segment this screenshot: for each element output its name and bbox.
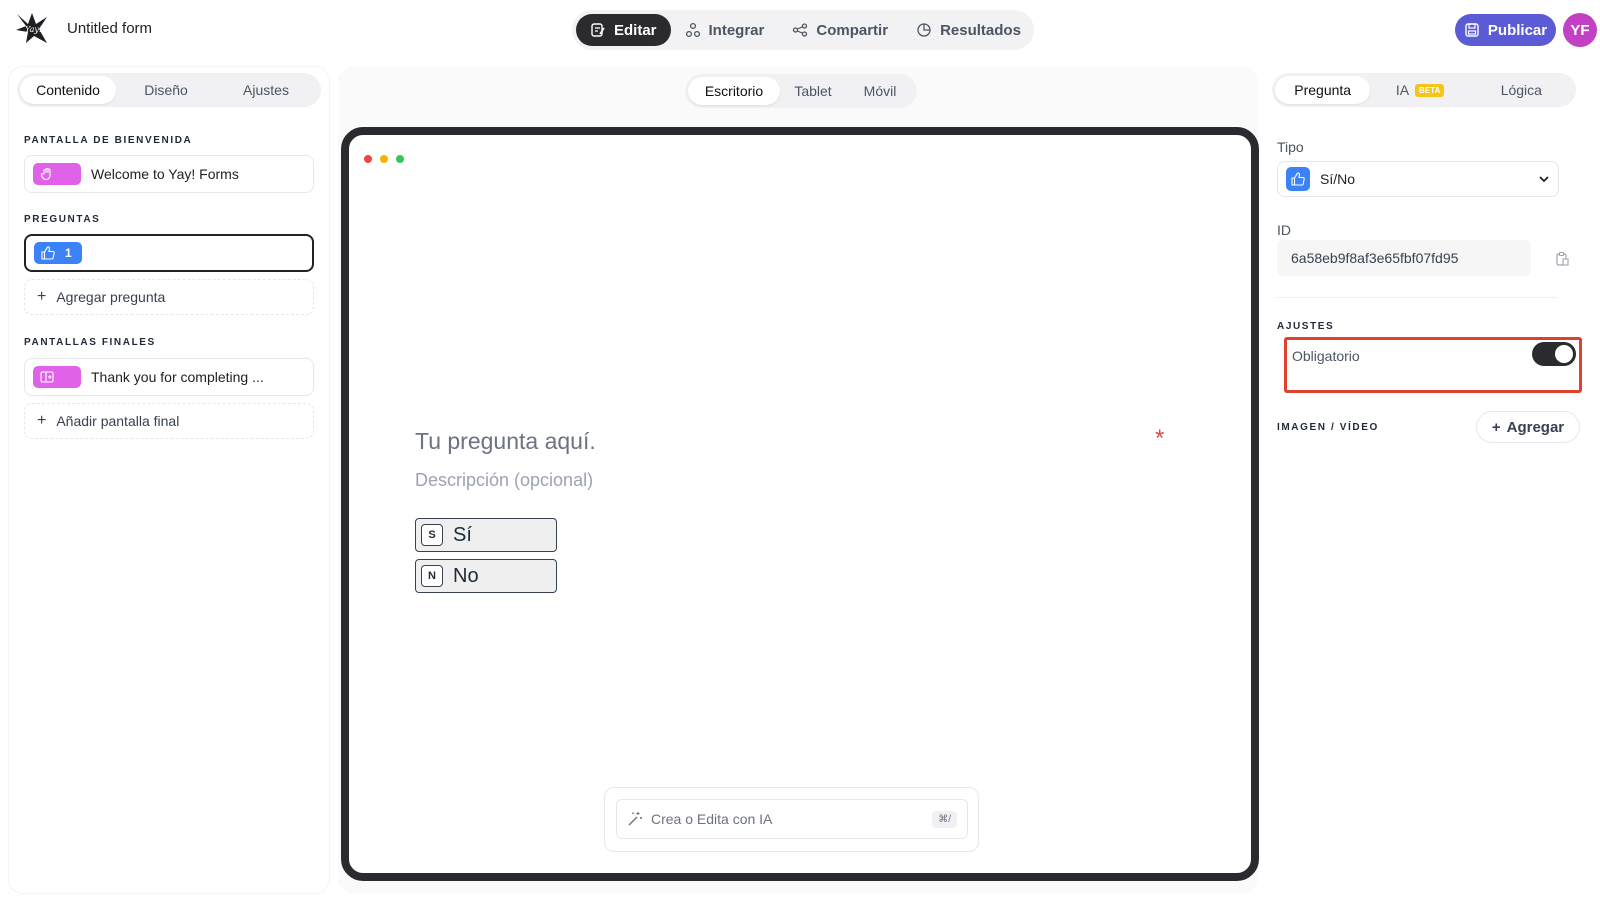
tab-ia-label: IA <box>1395 82 1410 98</box>
plus-icon: + <box>37 288 47 305</box>
question-card-1[interactable]: 1 <box>24 234 314 272</box>
divider <box>1277 297 1557 298</box>
required-toggle[interactable] <box>1532 342 1576 366</box>
exit-screen-icon <box>33 366 81 388</box>
type-label: Tipo <box>1277 139 1304 155</box>
tab-compartir[interactable]: Compartir <box>778 14 902 46</box>
plus-icon: + <box>37 412 47 429</box>
beta-badge: BETA <box>1415 83 1445 97</box>
ai-placeholder: Crea o Edita con IA <box>651 811 773 827</box>
share-icon <box>793 23 808 37</box>
hand-icon <box>33 163 81 185</box>
results-icon <box>917 23 931 37</box>
questions-section-label: PREGUNTAS <box>24 214 101 225</box>
choice-label: No <box>453 564 479 587</box>
shortcut-badge: ⌘/ <box>932 810 957 828</box>
tab-ia[interactable]: IA BETA <box>1370 76 1469 104</box>
desktop-preview-frame: Tu pregunta aquí. Descripción (opcional)… <box>341 127 1259 881</box>
tab-pregunta[interactable]: Pregunta <box>1275 76 1371 104</box>
magic-wand-icon <box>628 812 642 826</box>
copy-icon[interactable] <box>1554 251 1570 272</box>
tab-label: Editar <box>614 21 657 39</box>
question-number: 1 <box>65 246 72 260</box>
welcome-screen-card[interactable]: Welcome to Yay! Forms <box>24 155 314 193</box>
final-screens-label: PANTALLAS FINALES <box>24 337 156 348</box>
choice-yes[interactable]: S Sí <box>415 518 557 552</box>
main-nav-tabs: Editar Integrar Compartir Resultados <box>572 10 1034 50</box>
form-title[interactable]: Untitled form <box>67 20 152 37</box>
content-sidebar: Contenido Diseño Ajustes PANTALLA DE BIE… <box>9 67 329 893</box>
final-screen-card[interactable]: Thank you for completing ... <box>24 358 314 396</box>
choice-no[interactable]: N No <box>415 559 557 593</box>
window-dot-yellow <box>380 155 388 163</box>
publish-label: Publicar <box>1487 21 1548 39</box>
save-icon <box>1465 23 1479 37</box>
media-section-label: IMAGEN / VÍDEO <box>1277 422 1379 433</box>
top-bar: Yay! Untitled form Editar Integrar Compa… <box>0 0 1600 60</box>
welcome-card-label: Welcome to Yay! Forms <box>91 166 239 182</box>
content-tabs: Contenido Diseño Ajustes <box>17 73 321 107</box>
tab-diseno[interactable]: Diseño <box>116 76 216 104</box>
required-asterisk: * <box>1155 425 1165 452</box>
type-value: Sí/No <box>1320 171 1356 187</box>
tab-escritorio[interactable]: Escritorio <box>688 77 780 105</box>
thumbs-up-icon <box>1286 167 1310 191</box>
device-tabs: Escritorio Tablet Móvil <box>685 74 917 108</box>
properties-tabs: Pregunta IA BETA Lógica <box>1272 73 1576 107</box>
add-question-button[interactable]: + Agregar pregunta <box>24 279 314 315</box>
edit-icon <box>591 23 605 37</box>
integrate-icon <box>685 22 700 38</box>
ai-prompt-input[interactable]: Crea o Edita con IA ⌘/ <box>616 799 968 839</box>
chevron-down-icon <box>1539 176 1549 183</box>
welcome-section-label: PANTALLA DE BIENVENIDA <box>24 135 193 146</box>
add-question-label: Agregar pregunta <box>56 289 166 305</box>
publish-button[interactable]: Publicar <box>1455 14 1556 46</box>
tab-editar[interactable]: Editar <box>576 14 671 46</box>
tab-label: Integrar <box>708 21 765 39</box>
tab-ajustes[interactable]: Ajustes <box>216 76 316 104</box>
choice-key: N <box>421 565 443 587</box>
add-media-button[interactable]: + Agregar <box>1476 411 1580 443</box>
id-label: ID <box>1277 222 1291 238</box>
question-id-field[interactable]: 6a58eb9f8af3e65fbf07fd95 <box>1277 240 1531 276</box>
tab-label: Compartir <box>816 21 889 39</box>
settings-section-label: AJUSTES <box>1277 321 1335 332</box>
ai-prompt-box: Crea o Edita con IA ⌘/ <box>604 787 979 852</box>
tab-label: Resultados <box>940 21 1021 39</box>
question-type-select[interactable]: Sí/No <box>1277 161 1559 197</box>
toggle-knob <box>1555 345 1573 363</box>
choice-label: Sí <box>453 523 472 546</box>
add-media-label: Agregar <box>1506 418 1565 436</box>
tab-contenido[interactable]: Contenido <box>20 76 116 104</box>
thumbs-up-icon: 1 <box>34 242 82 264</box>
tab-resultados[interactable]: Resultados <box>902 14 1035 46</box>
question-title-input[interactable]: Tu pregunta aquí. <box>415 428 596 455</box>
window-dot-green <box>396 155 404 163</box>
svg-text:Yay!: Yay! <box>25 25 42 34</box>
window-dot-red <box>364 155 372 163</box>
choice-key: S <box>421 524 443 546</box>
question-description-input[interactable]: Descripción (opcional) <box>415 470 593 491</box>
plus-icon: + <box>1491 418 1501 436</box>
tab-logica[interactable]: Lógica <box>1470 76 1573 104</box>
yay-forms-logo[interactable]: Yay! <box>14 10 50 46</box>
tab-movil[interactable]: Móvil <box>846 77 914 105</box>
tab-integrar[interactable]: Integrar <box>671 14 779 46</box>
final-card-label: Thank you for completing ... <box>91 369 264 385</box>
avatar[interactable]: YF <box>1563 13 1597 47</box>
tab-tablet[interactable]: Tablet <box>780 77 846 105</box>
add-final-screen-button[interactable]: + Añadir pantalla final <box>24 403 314 439</box>
required-label: Obligatorio <box>1292 348 1360 364</box>
add-final-label: Añadir pantalla final <box>56 413 180 429</box>
